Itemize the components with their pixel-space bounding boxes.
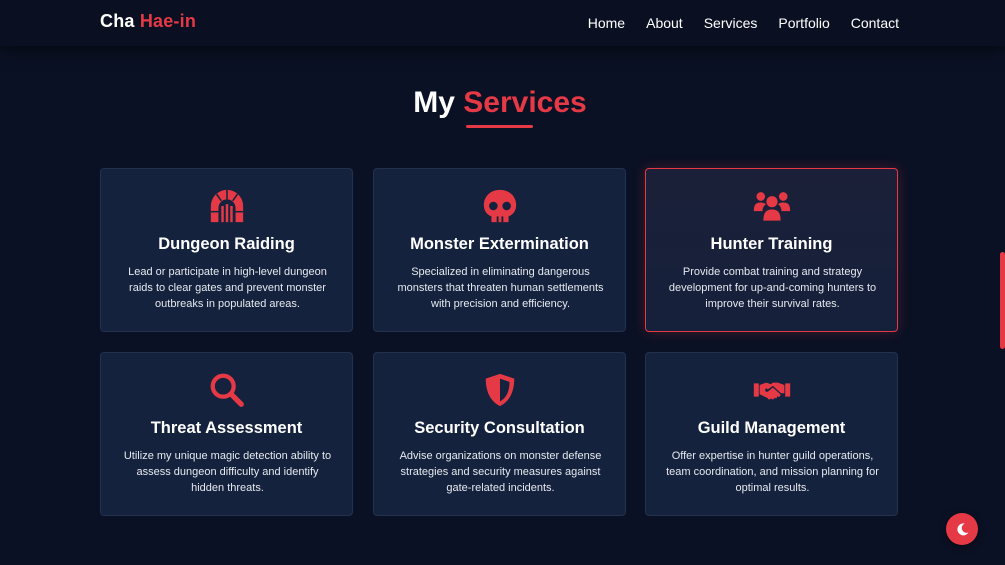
handshake-icon bbox=[646, 371, 897, 409]
service-description: Advise organizations on monster defense … bbox=[399, 450, 602, 494]
service-title: Dungeon Raiding bbox=[158, 235, 295, 253]
service-title: Monster Extermination bbox=[410, 235, 589, 253]
brand-first-name: Cha bbox=[100, 11, 135, 31]
section-title: My Services bbox=[0, 86, 1000, 120]
section-title-underline bbox=[466, 125, 533, 128]
nav-link-about[interactable]: About bbox=[646, 15, 683, 31]
service-card-threat-assessment[interactable]: Threat Assessment Utilize my unique magi… bbox=[100, 352, 353, 516]
users-icon bbox=[646, 187, 897, 225]
service-title: Hunter Training bbox=[710, 235, 833, 253]
service-title: Security Consultation bbox=[414, 419, 585, 437]
nav-link-home[interactable]: Home bbox=[588, 15, 625, 31]
service-card-guild-management[interactable]: Guild Management Offer expertise in hunt… bbox=[645, 352, 898, 516]
service-title: Guild Management bbox=[697, 419, 846, 437]
navbar: Cha Hae-in Home About Services Portfolio… bbox=[0, 0, 1005, 46]
service-title: Threat Assessment bbox=[150, 419, 303, 437]
service-description: Specialized in eliminating dangerous mon… bbox=[397, 266, 604, 310]
brand-logo[interactable]: Cha Hae-in bbox=[100, 11, 196, 32]
service-card-monster-extermination[interactable]: Monster Extermination Specialized in eli… bbox=[373, 168, 626, 332]
service-card-security-consultation[interactable]: Security Consultation Advise organizatio… bbox=[373, 352, 626, 516]
service-description: Utilize my unique magic detection abilit… bbox=[123, 450, 332, 494]
service-description: Offer expertise in hunter guild operatio… bbox=[666, 450, 879, 494]
nav-link-services[interactable]: Services bbox=[704, 15, 758, 31]
shield-icon bbox=[374, 371, 625, 409]
moon-icon bbox=[955, 522, 970, 537]
section-title-highlight: Services bbox=[463, 86, 587, 119]
brand-last-name: Hae-in bbox=[139, 11, 197, 31]
section-title-prefix: My bbox=[413, 86, 455, 119]
nav-link-contact[interactable]: Contact bbox=[851, 15, 899, 31]
service-card-dungeon-raiding[interactable]: Dungeon Raiding Lead or participate in h… bbox=[100, 168, 353, 332]
dungeon-gate-icon bbox=[101, 187, 352, 225]
nav-menu: Home About Services Portfolio Contact bbox=[567, 15, 899, 31]
theme-toggle-button[interactable] bbox=[946, 513, 978, 545]
nav-link-portfolio[interactable]: Portfolio bbox=[778, 15, 829, 31]
skull-icon bbox=[374, 187, 625, 225]
service-card-hunter-training[interactable]: Hunter Training Provide combat training … bbox=[645, 168, 898, 332]
service-description: Provide combat training and strategy dev… bbox=[668, 266, 877, 310]
search-icon bbox=[101, 371, 352, 409]
scrollbar-thumb[interactable] bbox=[1000, 252, 1005, 349]
service-description: Lead or participate in high-level dungeo… bbox=[128, 266, 327, 310]
